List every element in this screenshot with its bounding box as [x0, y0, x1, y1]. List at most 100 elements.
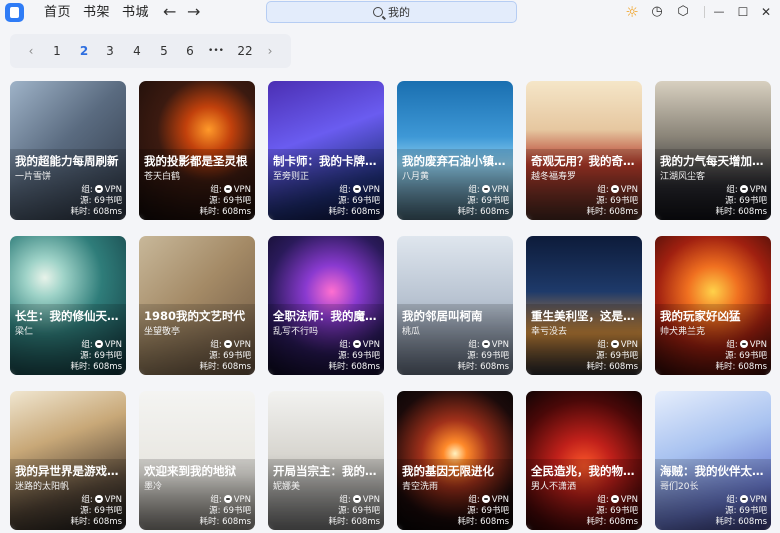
time-value: 608ms [351, 207, 380, 217]
source-value: 69书吧 [739, 351, 767, 361]
source-label: 源: [80, 196, 92, 206]
source-label: 源: [338, 196, 350, 206]
book-group: 组: VPN [81, 185, 122, 196]
page-2[interactable]: 2 [76, 42, 92, 60]
book-card[interactable]: 重生美利坚，这是我的时代 幸亏没去 组: VPN 源: 69书吧 耗时: 608m… [526, 236, 642, 375]
group-value: VPN [104, 340, 122, 350]
page-3[interactable]: 3 [102, 42, 118, 60]
book-card[interactable]: 开局当宗主：我的弟子全是神 妮娜美 组: VPN 源: 69书吧 耗时: 608m… [268, 391, 384, 530]
time-value: 608ms [609, 207, 638, 217]
group-value: VPN [749, 495, 767, 505]
vpn-icon [223, 495, 232, 503]
book-time: 耗时: 608ms [586, 517, 638, 528]
page-4[interactable]: 4 [129, 42, 145, 60]
book-time: 耗时: 608ms [457, 517, 509, 528]
search-input[interactable]: 我的 [266, 1, 517, 23]
group-label: 组: [468, 495, 480, 505]
page-1[interactable]: 1 [49, 42, 65, 60]
back-arrow-icon[interactable]: ← [163, 2, 176, 22]
time-value: 608ms [480, 517, 509, 527]
pagination-ellipsis[interactable]: ••• [208, 42, 224, 60]
group-value: VPN [749, 185, 767, 195]
time-label: 耗时: [457, 207, 478, 217]
book-author: 坐望敬亭 [144, 327, 181, 337]
time-value: 608ms [351, 517, 380, 527]
group-value: VPN [491, 340, 509, 350]
book-author: 越冬福寿罗 [531, 172, 577, 182]
nav-bookstore[interactable]: 书城 [122, 4, 149, 22]
book-card[interactable]: 我的邻居叫柯南 桃瓜 组: VPN 源: 69书吧 耗时: 608ms [397, 236, 513, 375]
group-value: VPN [749, 340, 767, 350]
history-icon[interactable]: ◷ [649, 4, 665, 20]
book-title: 我的超能力每周刷新 [15, 154, 119, 168]
book-card[interactable]: 我的废弃石油小镇成了新一线 八月黄 组: VPN 源: 69书吧 耗时: 608m… [397, 81, 513, 220]
time-label: 耗时: [70, 517, 91, 527]
source-label: 源: [209, 351, 221, 361]
book-card[interactable]: 我的异世界是游戏世界 迷路的太阳帆 组: VPN 源: 69书吧 耗时: 608m… [10, 391, 126, 530]
time-value: 608ms [609, 362, 638, 372]
pagination-next[interactable]: › [262, 42, 278, 60]
book-author: 男人不潇洒 [531, 482, 577, 492]
book-time: 耗时: 608ms [70, 207, 122, 218]
book-author: 乱写不行吗 [273, 327, 319, 337]
maximize-icon[interactable]: ☐ [735, 4, 751, 20]
time-label: 耗时: [586, 517, 607, 527]
book-title: 我的异世界是游戏世界 [15, 464, 123, 478]
book-card[interactable]: 全民造兆，我的物品无限升级 男人不潇洒 组: VPN 源: 69书吧 耗时: 60… [526, 391, 642, 530]
book-card[interactable]: 海贼：我的伙伴太凶猛 哥们20长 组: VPN 源: 69书吧 耗时: 608ms [655, 391, 771, 530]
page-last[interactable]: 22 [235, 42, 255, 60]
nav-home[interactable]: 首页 [44, 4, 71, 22]
book-card[interactable]: 制卡师：我的卡牌无限强化 至旁则正 组: VPN 源: 69书吧 耗时: 608m… [268, 81, 384, 220]
group-label: 组: [726, 185, 738, 195]
theme-sun-icon[interactable]: ☼ [624, 4, 640, 20]
page-6[interactable]: 6 [182, 42, 198, 60]
time-label: 耗时: [586, 207, 607, 217]
source-label: 源: [725, 351, 737, 361]
book-card[interactable]: 我的投影都是圣灵根 苍天白鹤 组: VPN 源: 69书吧 耗时: 608ms [139, 81, 255, 220]
book-source: 源: 69书吧 [725, 506, 767, 517]
source-value: 69书吧 [223, 506, 251, 516]
book-card[interactable]: 奇观无用？我的奇观能变现 越冬福寿罗 组: VPN 源: 69书吧 耗时: 608… [526, 81, 642, 220]
book-card[interactable]: 我的玩家好凶猛 帅犬弗兰克 组: VPN 源: 69书吧 耗时: 608ms [655, 236, 771, 375]
page-5[interactable]: 5 [156, 42, 172, 60]
book-title: 重生美利坚，这是我的时代 [531, 309, 639, 323]
group-label: 组: [597, 495, 609, 505]
source-value: 69书吧 [610, 196, 638, 206]
book-time: 耗时: 608ms [715, 207, 767, 218]
book-group: 组: VPN [210, 340, 251, 351]
group-label: 组: [339, 495, 351, 505]
close-icon[interactable]: ✕ [758, 4, 774, 20]
group-label: 组: [339, 185, 351, 195]
vpn-icon [481, 340, 490, 348]
time-value: 608ms [738, 207, 767, 217]
book-card[interactable]: 我的基因无限进化 青空洗雨 组: VPN 源: 69书吧 耗时: 608ms [397, 391, 513, 530]
source-value: 69书吧 [94, 351, 122, 361]
settings-icon[interactable]: ⬡ [675, 4, 691, 20]
book-card[interactable]: 欢迎来到我的地狱 墨冷 组: VPN 源: 69书吧 耗时: 608ms [139, 391, 255, 530]
book-group: 组: VPN [726, 495, 767, 506]
book-card[interactable]: 我的力气每天增加一点点 江湖风尘客 组: VPN 源: 69书吧 耗时: 608m… [655, 81, 771, 220]
book-card[interactable]: 长生：我的修仙天赋能加点 梁仁 组: VPN 源: 69书吧 耗时: 608ms [10, 236, 126, 375]
time-value: 608ms [738, 517, 767, 527]
vpn-icon [610, 340, 619, 348]
nav-bookshelf[interactable]: 书架 [83, 4, 110, 22]
forward-arrow-icon[interactable]: → [187, 2, 200, 22]
book-card[interactable]: 全职法师：我的魔法无限进化 乱写不行吗 组: VPN 源: 69书吧 耗时: 60… [268, 236, 384, 375]
book-author: 至旁则正 [273, 172, 310, 182]
pagination-prev[interactable]: ‹ [23, 42, 39, 60]
book-title: 海贼：我的伙伴太凶猛 [660, 464, 768, 478]
vpn-icon [352, 495, 361, 503]
book-time: 耗时: 608ms [328, 207, 380, 218]
group-value: VPN [104, 185, 122, 195]
source-value: 69书吧 [481, 196, 509, 206]
book-card[interactable]: 1980我的文艺时代 坐望敬亭 组: VPN 源: 69书吧 耗时: 608ms [139, 236, 255, 375]
minimize-icon[interactable]: — [711, 4, 727, 20]
group-label: 组: [339, 340, 351, 350]
source-label: 源: [725, 196, 737, 206]
book-group: 组: VPN [726, 185, 767, 196]
time-label: 耗时: [70, 362, 91, 372]
group-value: VPN [620, 340, 638, 350]
book-card[interactable]: 我的超能力每周刷新 一片雪饼 组: VPN 源: 69书吧 耗时: 608ms [10, 81, 126, 220]
book-source: 源: 69书吧 [596, 196, 638, 207]
book-author: 八月黄 [402, 172, 430, 182]
